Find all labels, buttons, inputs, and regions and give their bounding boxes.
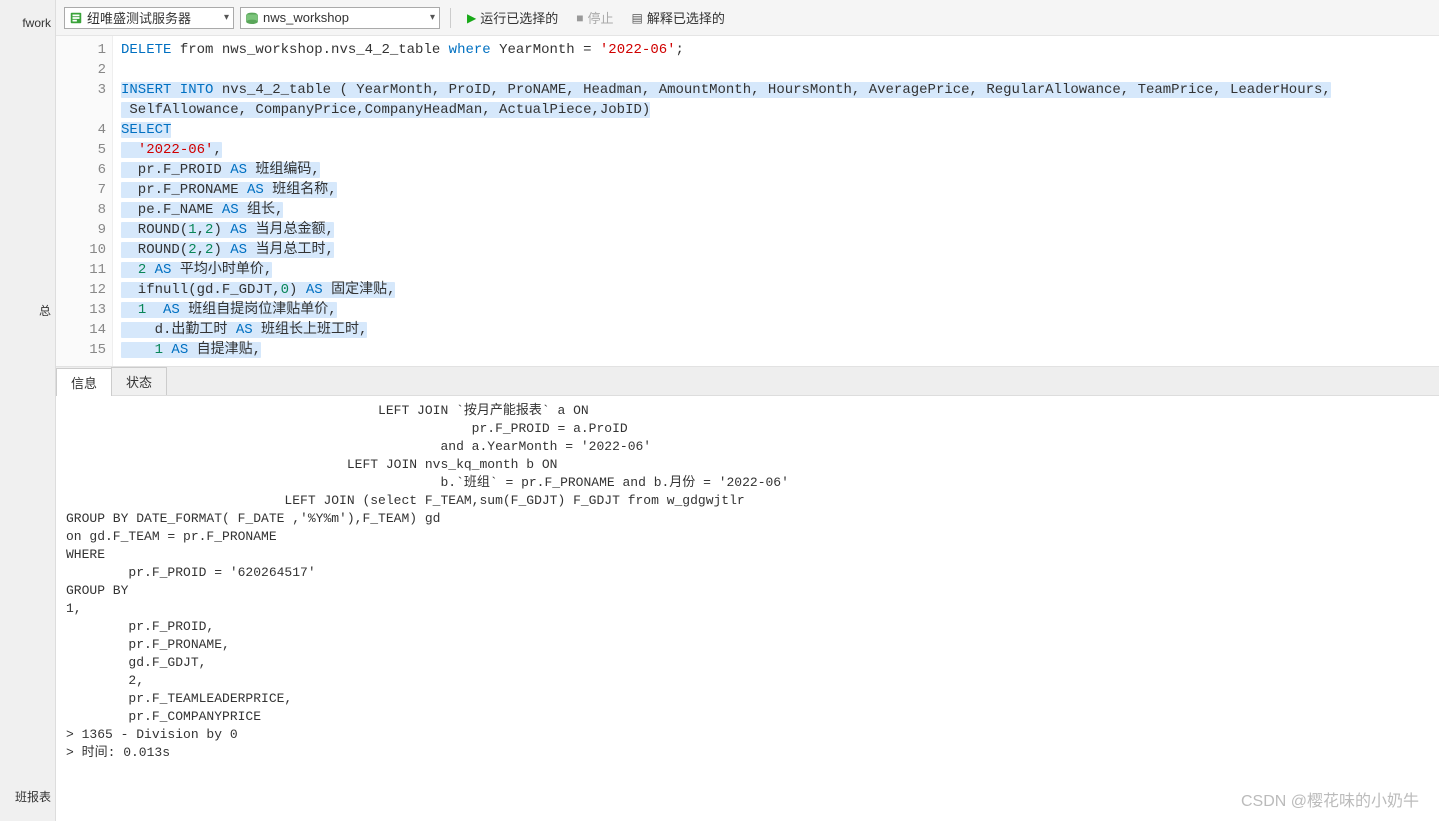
- explain-label: 解释已选择的: [647, 8, 725, 27]
- line-gutter: 123 456789101112131415: [56, 36, 113, 366]
- connection-label: 纽唯盛测试服务器: [87, 8, 191, 27]
- play-icon: ▶: [467, 11, 476, 25]
- database-combo[interactable]: nws_workshop ▾: [240, 7, 440, 29]
- run-label: 运行已选择的: [480, 8, 558, 27]
- stop-label: 停止: [588, 8, 614, 27]
- stop-button[interactable]: ■ 停止: [570, 6, 619, 29]
- main-pane: 纽唯盛测试服务器 ▾ nws_workshop ▾ ▶ 运行已选择的 ■: [56, 0, 1439, 821]
- database-icon: [245, 11, 259, 25]
- connection-icon: [69, 11, 83, 25]
- result-tabs: 信息 状态: [56, 367, 1439, 396]
- tab-status[interactable]: 状态: [111, 367, 167, 395]
- output-pane[interactable]: LEFT JOIN `按月产能报表` a ON pr.F_PROID = a.P…: [56, 396, 1439, 821]
- sql-editor[interactable]: 123 456789101112131415 DELETE from nws_w…: [56, 36, 1439, 367]
- code-area[interactable]: DELETE from nws_workshop.nvs_4_2_table w…: [113, 36, 1439, 366]
- toolbar-divider: [450, 8, 451, 28]
- explain-button[interactable]: ▤ 解释已选择的: [626, 6, 731, 29]
- connection-combo[interactable]: 纽唯盛测试服务器 ▾: [64, 7, 234, 29]
- sidebar-item-total[interactable]: 总: [0, 296, 55, 325]
- sidebar-item-fwork[interactable]: fwork: [0, 10, 55, 36]
- database-label: nws_workshop: [263, 10, 349, 25]
- tab-info[interactable]: 信息: [56, 368, 112, 396]
- sidebar-item-report[interactable]: 班报表: [0, 782, 55, 811]
- left-sidebar: fwork 总 班报表: [0, 0, 56, 821]
- app-root: fwork 总 班报表 纽唯盛测试服务器 ▾ nws_: [0, 0, 1439, 821]
- stop-icon: ■: [576, 11, 583, 25]
- chevron-down-icon: ▾: [430, 12, 435, 23]
- run-button[interactable]: ▶ 运行已选择的: [461, 6, 564, 29]
- toolbar: 纽唯盛测试服务器 ▾ nws_workshop ▾ ▶ 运行已选择的 ■: [56, 0, 1439, 36]
- chevron-down-icon: ▾: [224, 12, 229, 23]
- explain-icon: ▤: [632, 11, 643, 25]
